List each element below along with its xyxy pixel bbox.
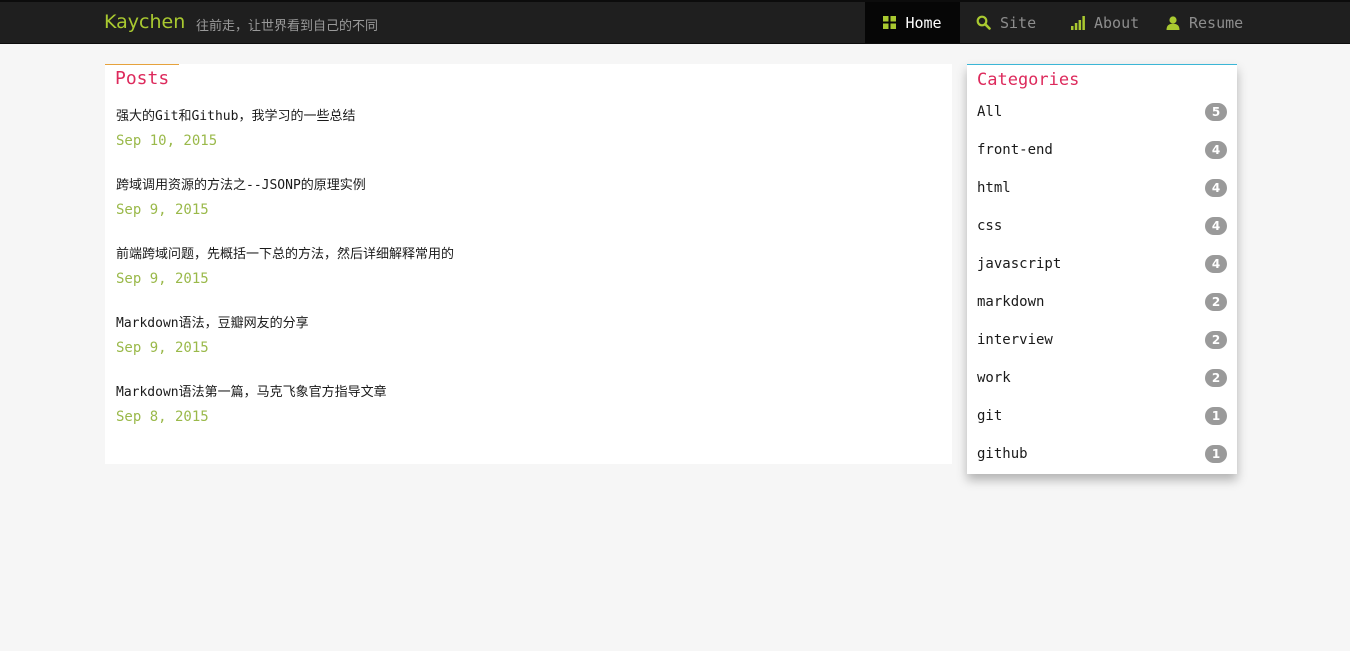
nav-site[interactable]: Site xyxy=(976,2,1036,43)
site-tagline: 往前走，让世界看到自己的不同 xyxy=(196,19,379,34)
post-item: Markdown语法，豆瓣网友的分享 Sep 9, 2015 xyxy=(116,312,309,356)
category-label: github xyxy=(977,446,1028,462)
category-count-badge: 4 xyxy=(1205,255,1227,273)
category-count-badge: 5 xyxy=(1205,103,1227,121)
post-date: Sep 9, 2015 xyxy=(116,271,209,287)
nav-about-label: About xyxy=(1094,13,1140,32)
category-count-badge: 1 xyxy=(1205,407,1227,425)
category-label: html xyxy=(977,180,1011,196)
nav-site-label: Site xyxy=(1000,13,1037,32)
category-label: interview xyxy=(977,332,1053,348)
category-item-interview[interactable]: interview 2 xyxy=(977,331,1227,351)
grid-icon xyxy=(883,16,897,29)
nav-home[interactable]: Home xyxy=(865,2,960,43)
nav-resume-label: Resume xyxy=(1189,13,1244,32)
brand-link[interactable]: Kaychen xyxy=(104,11,185,33)
posts-panel: Posts 强大的Git和Github，我学习的一些总结 Sep 10, 201… xyxy=(105,64,952,464)
post-title-link[interactable]: 前端跨域问题，先概括一下总的方法，然后详细解释常用的 xyxy=(116,243,454,262)
category-count-badge: 1 xyxy=(1205,445,1227,463)
nav-about[interactable]: About xyxy=(1071,2,1139,43)
user-icon xyxy=(1166,15,1180,30)
category-item-git[interactable]: git 1 xyxy=(977,407,1227,427)
post-date: Sep 10, 2015 xyxy=(116,133,218,149)
category-item-markdown[interactable]: markdown 2 xyxy=(977,293,1227,313)
category-count-badge: 4 xyxy=(1205,217,1227,235)
post-title-link[interactable]: Markdown语法，豆瓣网友的分享 xyxy=(116,312,309,331)
post-title-link[interactable]: Markdown语法第一篇，马克飞象官方指导文章 xyxy=(116,381,387,400)
posts-heading: Posts xyxy=(105,64,180,89)
categories-heading: Categories xyxy=(977,70,1080,90)
category-label: work xyxy=(977,370,1011,386)
category-item-all[interactable]: All 5 xyxy=(977,103,1227,123)
category-label: git xyxy=(977,408,1003,424)
category-label: javascript xyxy=(977,256,1062,272)
category-label: css xyxy=(977,218,1003,234)
nav-resume[interactable]: Resume xyxy=(1166,2,1243,43)
post-title-link[interactable]: 跨域调用资源的方法之--JSONP的原理实例 xyxy=(116,174,366,193)
category-label: markdown xyxy=(977,294,1045,310)
category-item-work[interactable]: work 2 xyxy=(977,369,1227,389)
post-item: 前端跨域问题，先概括一下总的方法，然后详细解释常用的 Sep 9, 2015 xyxy=(116,243,454,287)
category-count-badge: 4 xyxy=(1205,141,1227,159)
post-title-link[interactable]: 强大的Git和Github，我学习的一些总结 xyxy=(116,105,355,124)
categories-panel: Categories All 5 front-end 4 html 4 css … xyxy=(967,64,1237,474)
signal-bars-icon xyxy=(1071,15,1085,30)
category-count-badge: 2 xyxy=(1205,369,1227,387)
nav-home-label: Home xyxy=(905,13,942,32)
category-item-github[interactable]: github 1 xyxy=(977,445,1227,465)
post-item: Markdown语法第一篇，马克飞象官方指导文章 Sep 8, 2015 xyxy=(116,381,387,425)
post-item: 跨域调用资源的方法之--JSONP的原理实例 Sep 9, 2015 xyxy=(116,174,366,218)
category-count-badge: 2 xyxy=(1205,293,1227,311)
category-item-front-end[interactable]: front-end 4 xyxy=(977,141,1227,161)
category-label: All xyxy=(977,104,1003,120)
category-item-css[interactable]: css 4 xyxy=(977,217,1227,237)
post-date: Sep 9, 2015 xyxy=(116,340,209,356)
post-date: Sep 8, 2015 xyxy=(116,409,209,425)
post-date: Sep 9, 2015 xyxy=(116,202,209,218)
search-icon xyxy=(976,15,991,30)
category-count-badge: 4 xyxy=(1205,179,1227,197)
post-item: 强大的Git和Github，我学习的一些总结 Sep 10, 2015 xyxy=(116,105,355,149)
category-item-html[interactable]: html 4 xyxy=(977,179,1227,199)
category-item-javascript[interactable]: javascript 4 xyxy=(977,255,1227,275)
top-navbar: Kaychen 往前走，让世界看到自己的不同 Home Site About R… xyxy=(0,0,1350,44)
category-label: front-end xyxy=(977,142,1053,158)
category-count-badge: 2 xyxy=(1205,331,1227,349)
